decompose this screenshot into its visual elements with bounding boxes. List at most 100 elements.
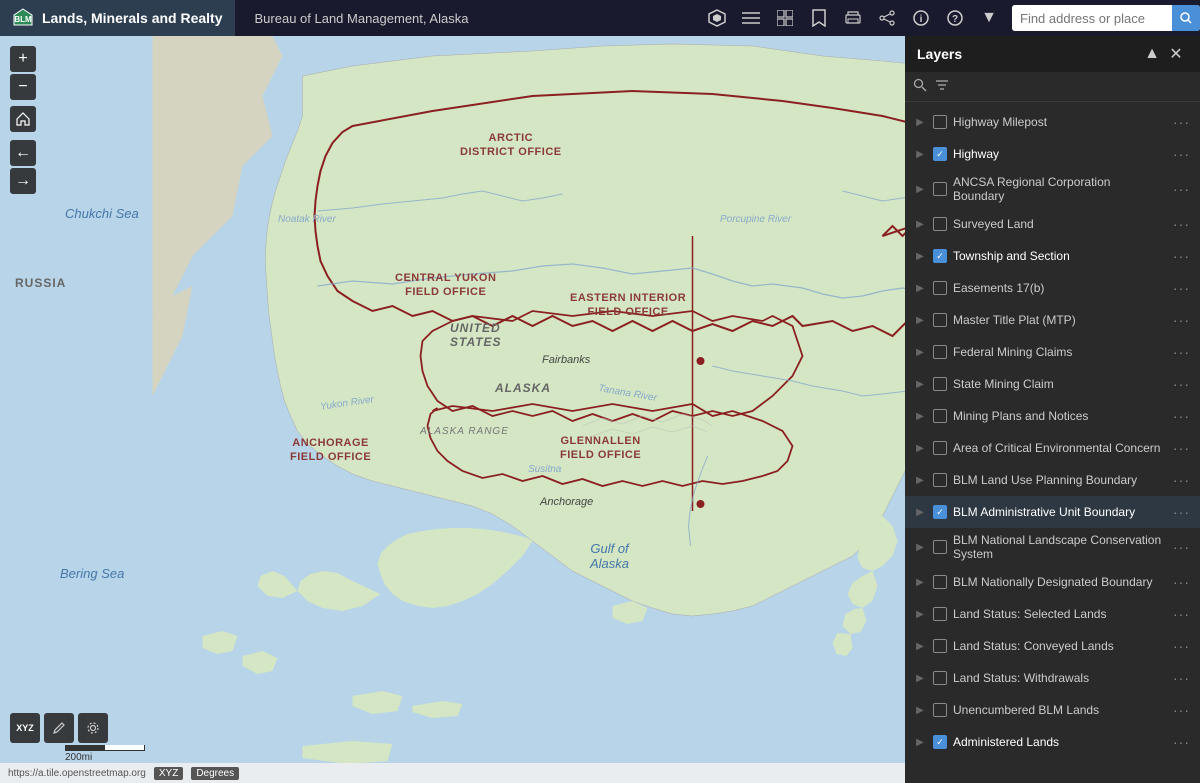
layer-options-button[interactable]: ··· (1171, 312, 1192, 328)
layer-item[interactable]: ▶BLM Nationally Designated Boundary··· (905, 566, 1200, 598)
pan-right-button[interactable]: → (10, 168, 36, 194)
layer-options-button[interactable]: ··· (1171, 181, 1192, 197)
layer-options-button[interactable]: ··· (1171, 574, 1192, 590)
layer-checkbox[interactable] (933, 182, 947, 196)
help-button[interactable]: ? (940, 3, 970, 33)
layer-expand-icon[interactable]: ▶ (913, 409, 927, 423)
layer-expand-icon[interactable]: ▶ (913, 505, 927, 519)
layer-expand-icon[interactable]: ▶ (913, 147, 927, 161)
layer-item[interactable]: ▶Area of Critical Environmental Concern·… (905, 432, 1200, 464)
layer-expand-icon[interactable]: ▶ (913, 345, 927, 359)
zoom-out-button[interactable]: − (10, 74, 36, 100)
layer-filter-button[interactable] (935, 78, 949, 95)
layer-options-button[interactable]: ··· (1171, 248, 1192, 264)
layer-checkbox[interactable] (933, 313, 947, 327)
layer-checkbox[interactable] (933, 671, 947, 685)
layer-options-button[interactable]: ··· (1171, 734, 1192, 750)
layer-item[interactable]: ▶Unencumbered BLM Lands··· (905, 694, 1200, 726)
share-button[interactable] (872, 3, 902, 33)
layer-item[interactable]: ▶Administered Lands··· (905, 726, 1200, 758)
layer-options-button[interactable]: ··· (1171, 606, 1192, 622)
layer-item[interactable]: ▶Federal Mining Claims··· (905, 336, 1200, 368)
grid-button[interactable] (770, 3, 800, 33)
pan-left-button[interactable]: ← (10, 140, 36, 166)
search-input[interactable] (1012, 5, 1172, 31)
layer-expand-icon[interactable]: ▶ (913, 182, 927, 196)
layer-item[interactable]: ▶Land Status: Withdrawals··· (905, 662, 1200, 694)
layer-item[interactable]: ▶ANCSA Regional Corporation Boundary··· (905, 170, 1200, 208)
layer-options-button[interactable]: ··· (1171, 114, 1192, 130)
layer-options-button[interactable]: ··· (1171, 280, 1192, 296)
layer-options-button[interactable]: ··· (1171, 376, 1192, 392)
layer-checkbox[interactable] (933, 409, 947, 423)
layer-item[interactable]: ▶BLM Administrative Unit Boundary··· (905, 496, 1200, 528)
layer-expand-icon[interactable]: ▶ (913, 540, 927, 554)
edit-button[interactable] (44, 713, 74, 743)
layer-checkbox[interactable] (933, 735, 947, 749)
layer-expand-icon[interactable]: ▶ (913, 313, 927, 327)
layer-item[interactable]: ▶Master Title Plat (MTP)··· (905, 304, 1200, 336)
layer-checkbox[interactable] (933, 345, 947, 359)
layer-checkbox[interactable] (933, 249, 947, 263)
layer-expand-icon[interactable]: ▶ (913, 115, 927, 129)
info-button[interactable]: i (906, 3, 936, 33)
layer-options-button[interactable]: ··· (1171, 472, 1192, 488)
layer-item[interactable]: ▶Surveyed Land··· (905, 208, 1200, 240)
layer-item[interactable]: ▶BLM Land Use Planning Boundary··· (905, 464, 1200, 496)
layer-checkbox[interactable] (933, 703, 947, 717)
search-button[interactable] (1172, 5, 1200, 31)
layer-item[interactable]: ▶BLM National Landscape Conservation Sys… (905, 528, 1200, 566)
layer-item[interactable]: ▶Highway··· (905, 138, 1200, 170)
layer-checkbox[interactable] (933, 505, 947, 519)
layer-checkbox[interactable] (933, 115, 947, 129)
degree-toggle-button[interactable]: Degrees (191, 767, 239, 780)
layer-checkbox[interactable] (933, 281, 947, 295)
layer-options-button[interactable]: ··· (1171, 638, 1192, 654)
layer-item[interactable]: ▶Township and Section··· (905, 240, 1200, 272)
zoom-in-button[interactable]: + (10, 46, 36, 72)
layer-expand-icon[interactable]: ▶ (913, 703, 927, 717)
layer-item[interactable]: ▶State Mining Claim··· (905, 368, 1200, 400)
layer-options-button[interactable]: ··· (1171, 216, 1192, 232)
collapse-button[interactable]: ▲ (1140, 42, 1164, 66)
print-button[interactable] (838, 3, 868, 33)
layer-expand-icon[interactable]: ▶ (913, 735, 927, 749)
close-layers-button[interactable]: ✕ (1164, 42, 1188, 66)
layer-expand-icon[interactable]: ▶ (913, 377, 927, 391)
layer-checkbox[interactable] (933, 473, 947, 487)
layer-item[interactable]: ▶Easements 17(b)··· (905, 272, 1200, 304)
layer-options-button[interactable]: ··· (1171, 670, 1192, 686)
xyz-button[interactable]: XYZ (10, 713, 40, 743)
home-button[interactable] (10, 106, 36, 132)
layer-search-button[interactable] (913, 78, 927, 95)
layer-options-button[interactable]: ··· (1171, 440, 1192, 456)
layer-options-button[interactable]: ··· (1171, 504, 1192, 520)
layer-expand-icon[interactable]: ▶ (913, 473, 927, 487)
layer-checkbox[interactable] (933, 607, 947, 621)
layer-checkbox[interactable] (933, 575, 947, 589)
layer-expand-icon[interactable]: ▶ (913, 607, 927, 621)
layer-expand-icon[interactable]: ▶ (913, 217, 927, 231)
layer-list-button[interactable] (736, 3, 766, 33)
layer-item[interactable]: ▶Mining Plans and Notices··· (905, 400, 1200, 432)
layer-checkbox[interactable] (933, 147, 947, 161)
expand-button[interactable]: ▼ (974, 3, 1004, 33)
layer-expand-icon[interactable]: ▶ (913, 639, 927, 653)
layer-options-button[interactable]: ··· (1171, 344, 1192, 360)
layer-checkbox[interactable] (933, 639, 947, 653)
layer-checkbox[interactable] (933, 441, 947, 455)
settings-button[interactable] (78, 713, 108, 743)
layer-item[interactable]: ▶Land Status: Conveyed Lands··· (905, 630, 1200, 662)
layer-options-button[interactable]: ··· (1171, 702, 1192, 718)
layer-options-button[interactable]: ··· (1171, 408, 1192, 424)
layer-expand-icon[interactable]: ▶ (913, 249, 927, 263)
layer-options-button[interactable]: ··· (1171, 146, 1192, 162)
layer-expand-icon[interactable]: ▶ (913, 281, 927, 295)
layer-expand-icon[interactable]: ▶ (913, 575, 927, 589)
layer-item[interactable]: ▶Highway Milepost··· (905, 106, 1200, 138)
basemap-gallery-button[interactable] (702, 3, 732, 33)
layer-checkbox[interactable] (933, 540, 947, 554)
layer-expand-icon[interactable]: ▶ (913, 441, 927, 455)
layer-item[interactable]: ▶Land Status: Selected Lands··· (905, 598, 1200, 630)
layer-checkbox[interactable] (933, 377, 947, 391)
